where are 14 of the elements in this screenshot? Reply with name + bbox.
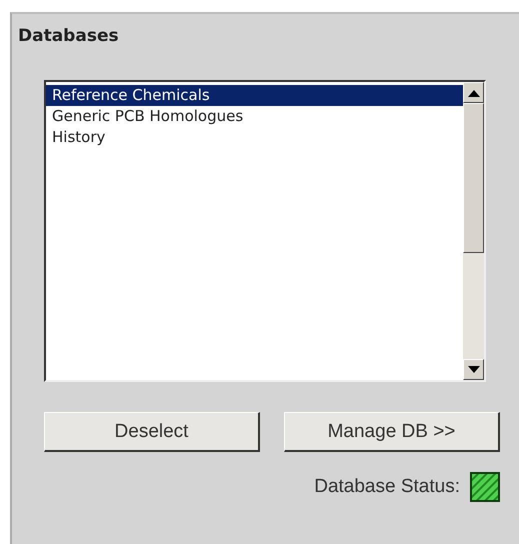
scrollbar[interactable] [463,82,484,380]
down-arrow-icon [468,366,480,374]
list-item[interactable]: Reference Chemicals [46,85,463,106]
deselect-button[interactable]: Deselect [44,412,260,452]
panel-title: Databases [18,26,120,46]
list-item[interactable]: Generic PCB Homologues [46,106,463,127]
scroll-up-button[interactable] [463,82,484,103]
database-list[interactable]: Reference Chemicals Generic PCB Homologues History [44,80,486,382]
up-arrow-icon [468,88,480,96]
scroll-down-button[interactable] [463,359,484,380]
manage-db-button[interactable]: Manage DB >> [284,412,500,452]
scroll-thumb[interactable] [463,103,484,253]
list-item[interactable]: History [46,127,463,148]
status-label: Database Status: [314,476,460,498]
